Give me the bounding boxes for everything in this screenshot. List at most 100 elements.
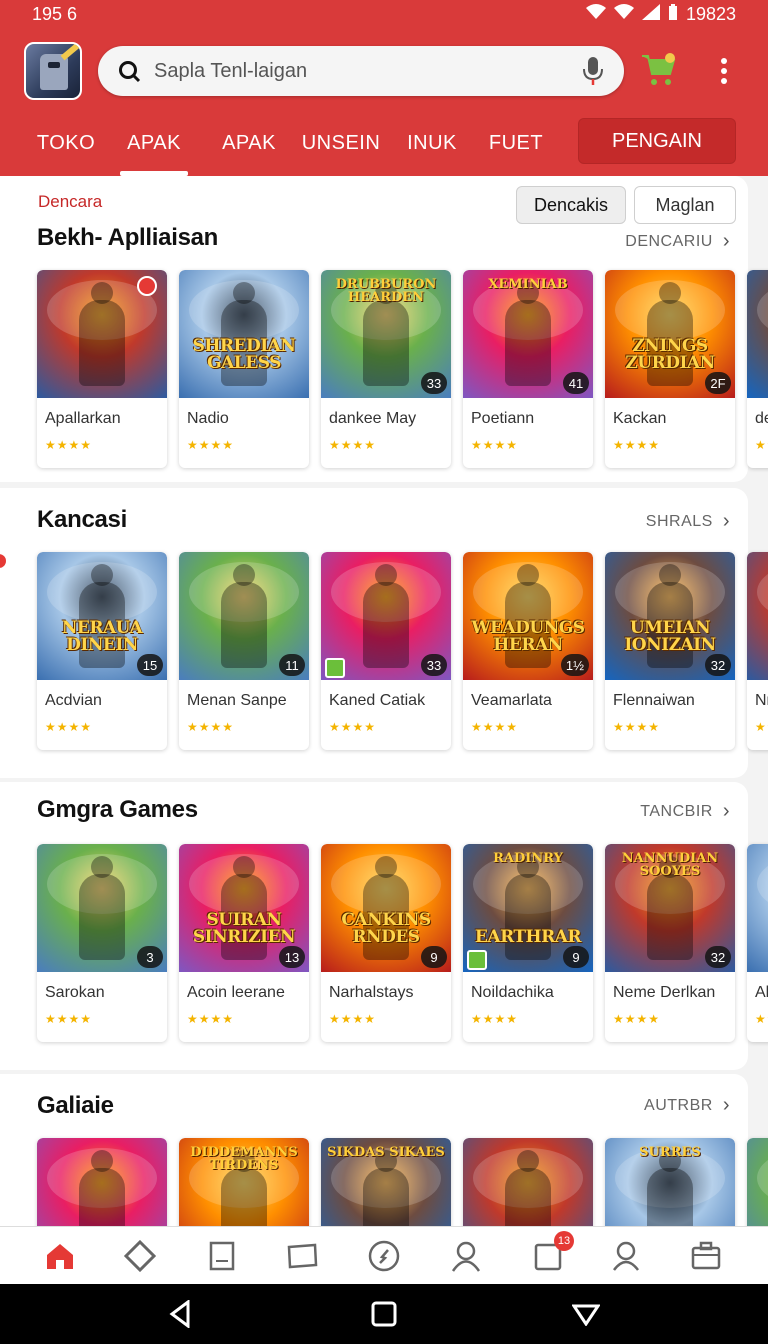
thumbnail-title-art: SIKDAS SIKAES <box>327 1145 445 1160</box>
app-card[interactable]: SHREDIAN GALESS Nadio ★★★★ <box>179 270 309 468</box>
wifi-icon <box>585 3 606 25</box>
inbox-icon[interactable]: 13 <box>528 1231 574 1275</box>
star-rating: ★★★★ <box>613 720 661 734</box>
count-badge: 9 <box>421 946 447 968</box>
app-card[interactable] <box>747 1138 768 1226</box>
app-card[interactable]: WEADUNGS HERAN 1½ Veamarlata ★★★★ <box>463 552 593 750</box>
app-card[interactable]: Apallarkan ★★★★ <box>37 270 167 468</box>
wifi-icon-2 <box>613 3 634 25</box>
app-name: Noildachika <box>471 984 554 1001</box>
home-icon[interactable] <box>40 1237 80 1275</box>
notification-dot-icon <box>137 276 157 296</box>
mic-icon[interactable] <box>580 56 606 86</box>
battery-icon <box>668 3 678 25</box>
star-rating: ★★★★ <box>471 438 519 452</box>
tab-apak[interactable]: APAK <box>220 116 278 170</box>
star-rating: ★★★★ <box>45 1012 93 1026</box>
section-link-label: DENCARIU <box>625 232 713 250</box>
thumbnail-logo-art: WEADUNGS HERAN <box>471 618 585 655</box>
ticket-icon[interactable] <box>282 1237 322 1275</box>
filter-dencakis-button[interactable]: Dencakis <box>516 186 626 224</box>
app-card[interactable] <box>37 1138 167 1226</box>
count-badge: 33 <box>421 654 447 676</box>
app-card[interactable]: NANNUDIAN SOOYES 32 Neme Derlkan ★★★★ <box>605 844 735 1042</box>
app-card[interactable]: SUIRAN SINRIZIEN 13 Acoin leerane ★★★★ <box>179 844 309 1042</box>
chevron-right-icon: › <box>722 800 730 822</box>
person-icon[interactable] <box>446 1237 486 1275</box>
app-card[interactable]: de ★★ <box>747 270 768 468</box>
star-rating: ★★ <box>755 720 768 734</box>
section-title: Bekh- Aplliaisan <box>37 224 219 251</box>
chevron-right-icon: › <box>722 1094 730 1116</box>
app-card[interactable]: DRUBBURON HEARDEN 33 dankee May ★★★★ <box>321 270 451 468</box>
app-card[interactable]: CANKINS RNDES 9 Narhalstays ★★★★ <box>321 844 451 1042</box>
star-rating: ★★★★ <box>45 438 93 452</box>
app-thumbnail <box>463 1138 593 1226</box>
filter-maglan-button[interactable]: Maglan <box>634 186 736 224</box>
thumbnail-logo-art: EARTHRAR <box>474 927 582 947</box>
play-badge-icon <box>467 950 487 970</box>
app-card[interactable]: 11 Menan Sanpe ★★★★ <box>179 552 309 750</box>
pengain-button[interactable]: PENGAIN <box>578 118 736 164</box>
search-input[interactable] <box>154 59 580 83</box>
star-rating: ★★★★ <box>187 720 235 734</box>
section-link-label: SHRALS <box>645 512 713 530</box>
app-card[interactable]: DIDDEMANNS TIRDENS <box>179 1138 309 1226</box>
cart-icon[interactable] <box>640 52 678 88</box>
app-thumbnail <box>747 844 768 972</box>
app-card[interactable]: RADINRY EARTHRAR 9 Noildachika ★★★★ <box>463 844 593 1042</box>
app-card[interactable]: 33 Kaned Catiak ★★★★ <box>321 552 451 750</box>
app-name: Narhalstays <box>329 984 414 1001</box>
home-square-icon[interactable] <box>368 1298 400 1330</box>
search-icon[interactable] <box>116 58 142 84</box>
app-name: Acdvian <box>45 692 102 709</box>
count-badge: 11 <box>279 654 305 676</box>
star-rating: ★★ <box>755 1012 768 1026</box>
tab-inuk[interactable]: INUK <box>406 116 458 170</box>
app-card[interactable] <box>463 1138 593 1226</box>
app-thumbnail: SURRES <box>605 1138 735 1226</box>
app-card[interactable]: XEMINIAB 41 Poetiann ★★★★ <box>463 270 593 468</box>
tab-toko[interactable]: TOKO <box>37 116 95 170</box>
account-icon[interactable] <box>606 1237 646 1275</box>
app-thumbnail: DIDDEMANNS TIRDENS <box>179 1138 309 1226</box>
thumbnail-logo-art: ZNINGS ZURDIAN <box>625 336 715 373</box>
search-bar[interactable] <box>98 46 624 96</box>
section-title: Gmgra Games <box>37 796 198 823</box>
app-card[interactable]: Nr ★★ <box>747 552 768 750</box>
app-card[interactable]: UMEIAN IONIZAIN 32 Flennaiwan ★★★★ <box>605 552 735 750</box>
app-card[interactable]: SURRES <box>605 1138 735 1226</box>
section-see-all-link[interactable]: AUTRBR › <box>644 1094 730 1117</box>
chevron-right-icon: › <box>722 510 730 532</box>
more-options-icon[interactable] <box>712 54 736 88</box>
section-link-label: AUTRBR <box>644 1096 713 1114</box>
tab-unsein[interactable]: UNSEIN <box>302 116 380 170</box>
count-badge: 41 <box>563 372 589 394</box>
app-name: Acoin leerane <box>187 984 285 1001</box>
recents-icon[interactable] <box>570 1298 602 1330</box>
app-logo[interactable] <box>24 42 82 100</box>
app-card[interactable]: 3 Sarokan ★★★★ <box>37 844 167 1042</box>
tab-fuet[interactable]: FUET <box>489 116 543 170</box>
section-see-all-link[interactable]: DENCARIU › <box>625 230 730 253</box>
count-badge: 3 <box>137 946 163 968</box>
diamond-icon[interactable] <box>120 1237 160 1275</box>
briefcase-icon[interactable] <box>686 1237 726 1275</box>
app-thumbnail <box>37 1138 167 1226</box>
section-see-all-link[interactable]: SHRALS › <box>646 510 730 533</box>
star-rating: ★★★★ <box>471 720 519 734</box>
tab-apak-active[interactable]: APAK <box>120 116 188 176</box>
app-name: Nadio <box>187 410 229 427</box>
app-card[interactable]: ZNINGS ZURDIAN 2F Kackan ★★★★ <box>605 270 735 468</box>
star-rating: ★★★★ <box>613 438 661 452</box>
bookmark-icon[interactable] <box>202 1237 242 1275</box>
app-card[interactable]: SIKDAS SIKAES <box>321 1138 451 1226</box>
section-see-all-link[interactable]: TANCBIR › <box>640 800 730 823</box>
app-card[interactable]: Al ★★ <box>747 844 768 1042</box>
back-icon[interactable] <box>164 1298 196 1330</box>
app-name: Kaned Catiak <box>329 692 426 709</box>
compass-icon[interactable] <box>364 1237 404 1275</box>
main-content[interactable]: Dencara Dencakis Maglan Bekh- Aplliaisan… <box>0 176 768 1226</box>
app-card[interactable]: NERAUA DINEIN 15 Acdvian ★★★★ <box>37 552 167 750</box>
play-badge-icon <box>325 658 345 678</box>
